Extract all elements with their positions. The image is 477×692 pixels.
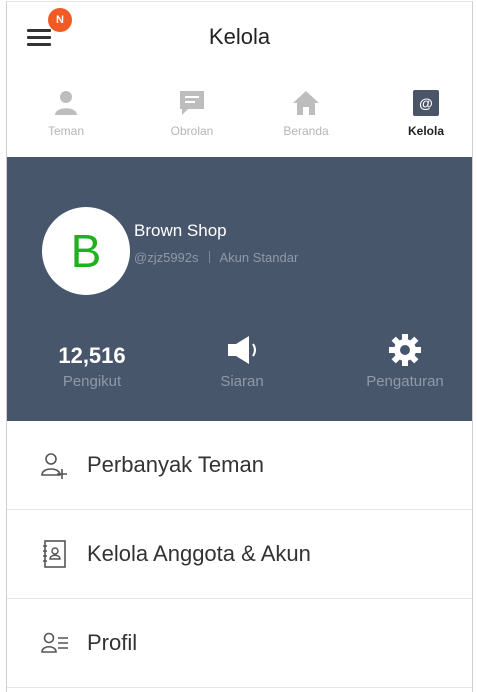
menu-item-label: Profil — [87, 630, 138, 655]
menu-item-kelola-anggota[interactable]: Kelola Anggota & Akun — [7, 510, 472, 599]
broadcast-button[interactable]: Siaran — [192, 327, 292, 407]
person-icon — [55, 91, 77, 115]
tab-label: Beranda — [283, 124, 329, 138]
megaphone-icon — [228, 336, 256, 364]
menu-item-label: Kelola Anggota & Akun — [87, 541, 311, 566]
tab-beranda[interactable]: Beranda — [261, 82, 351, 148]
tab-label: Teman — [47, 124, 85, 138]
menu-item-label: Perbanyak Teman — [87, 452, 264, 477]
account-type: Akun Standar — [219, 250, 299, 265]
tab-label: Kelola — [407, 124, 444, 138]
profile-card-icon — [41, 632, 68, 653]
contact-book-icon — [43, 540, 66, 568]
profile-panel: B Brown Shop @zjz5992s Akun Standar 12,51… — [7, 157, 472, 421]
tab-label: Obrolan — [170, 124, 214, 138]
app-screen: N Kelola Teman Obrolan Beranda @ Kelola … — [6, 1, 473, 692]
divider — [208, 251, 210, 263]
add-friend-icon — [41, 453, 67, 479]
page-title: Kelola — [208, 24, 271, 49]
gear-icon — [389, 334, 421, 366]
broadcast-label: Siaran — [220, 373, 264, 390]
followers-stat[interactable]: 12,516 Pengikut — [37, 327, 147, 407]
svg-text:@: @ — [419, 95, 433, 111]
tab-kelola[interactable]: @ Kelola — [381, 82, 471, 148]
manage-menu-list: Perbanyak Teman Kelola Anggota & Akun Pr… — [7, 421, 472, 688]
tab-bar: Teman Obrolan Beranda @ Kelola — [7, 82, 472, 154]
settings-button[interactable]: Pengaturan — [350, 327, 460, 407]
followers-count: 12,516 — [58, 343, 126, 368]
followers-label: Pengikut — [62, 373, 122, 390]
account-name: Brown Shop — [134, 221, 227, 240]
tab-obrolan[interactable]: Obrolan — [147, 82, 237, 148]
menu-item-perbanyak-teman[interactable]: Perbanyak Teman — [7, 421, 472, 510]
tab-teman[interactable]: Teman — [21, 82, 111, 148]
account-details: @zjz5992s Akun Standar — [134, 250, 298, 265]
at-sign-icon: @ — [413, 90, 439, 116]
avatar[interactable]: B — [42, 207, 130, 295]
home-icon — [293, 91, 319, 115]
settings-label: Pengaturan — [366, 373, 444, 390]
top-bar: N Kelola — [7, 2, 472, 80]
menu-item-profil[interactable]: Profil — [7, 599, 472, 688]
chat-bubble-icon — [180, 91, 204, 115]
account-handle: @zjz5992s — [134, 250, 199, 265]
